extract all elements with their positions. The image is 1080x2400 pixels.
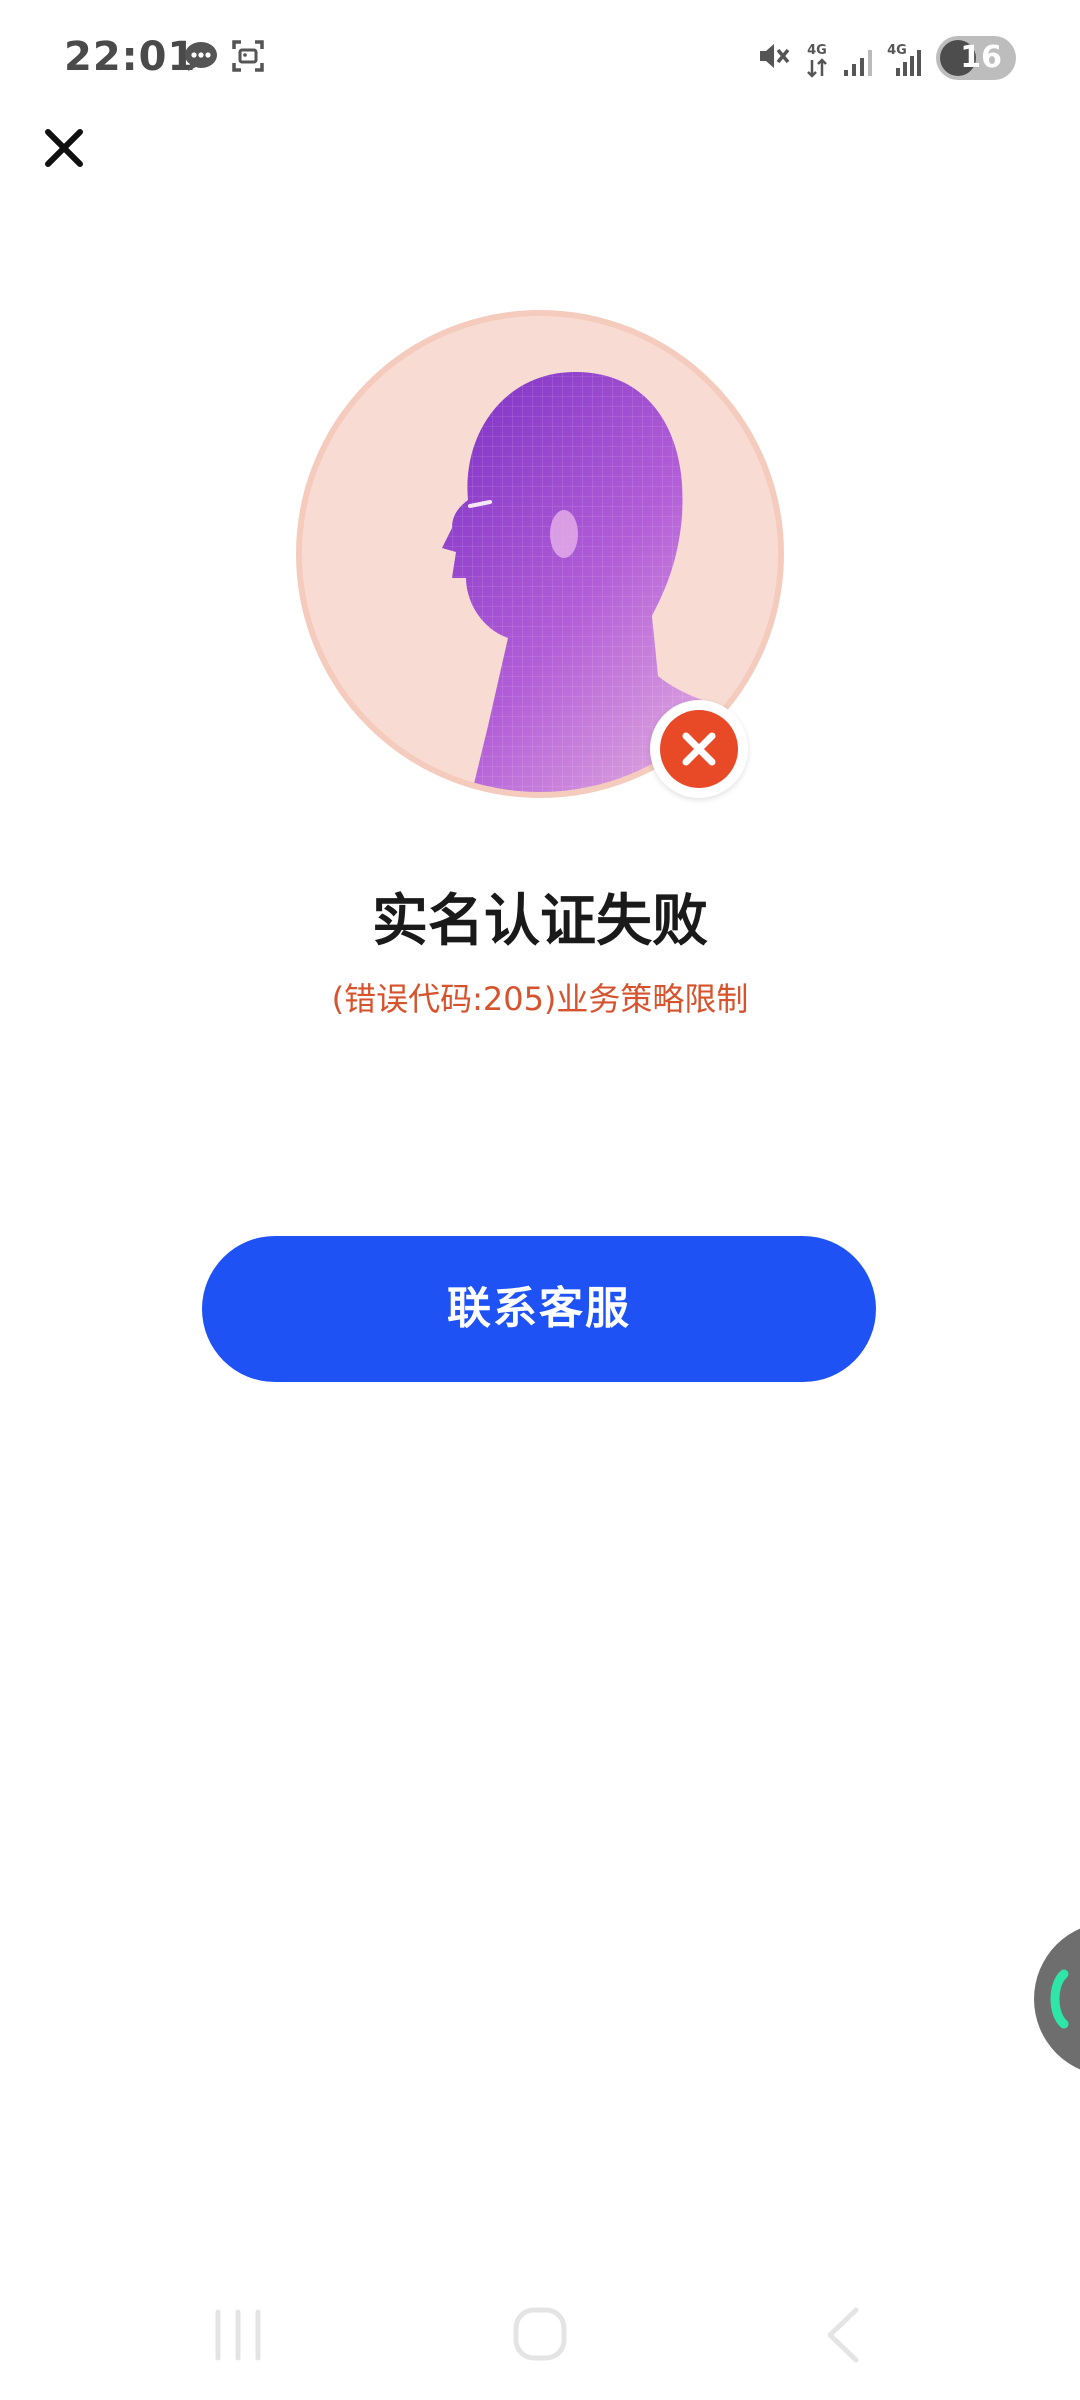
error-message: (错误代码:205)业务策略限制 xyxy=(331,980,749,1018)
status-bar: 22:01 4G 4G 16 xyxy=(0,0,1080,120)
battery-icon: 16 xyxy=(936,36,1016,80)
system-nav-bar xyxy=(0,2280,1080,2400)
screenshot-icon xyxy=(232,40,264,72)
mute-icon xyxy=(760,44,790,68)
face-verification-illustration xyxy=(296,310,784,798)
result-title: 实名认证失败 xyxy=(372,889,708,954)
message-icon xyxy=(185,42,217,71)
fail-icon xyxy=(660,710,738,788)
close-icon xyxy=(45,129,83,167)
signal-icon xyxy=(844,50,872,76)
home-icon[interactable] xyxy=(508,2300,572,2370)
floating-assistant-button[interactable] xyxy=(1034,1922,1080,2076)
fail-badge xyxy=(650,700,748,798)
assistant-icon xyxy=(1050,1969,1069,2029)
signal-icon xyxy=(896,50,921,76)
status-time: 22:01 xyxy=(64,34,197,80)
4g-icon: 4G xyxy=(807,43,827,78)
battery-level: 16 xyxy=(960,40,1002,75)
back-icon[interactable] xyxy=(812,2300,872,2370)
contact-customer-service-button[interactable]: 联系客服 xyxy=(202,1236,876,1382)
recent-apps-icon[interactable] xyxy=(208,2300,268,2370)
close-button[interactable] xyxy=(34,118,94,178)
svg-text:4G: 4G xyxy=(807,43,827,58)
